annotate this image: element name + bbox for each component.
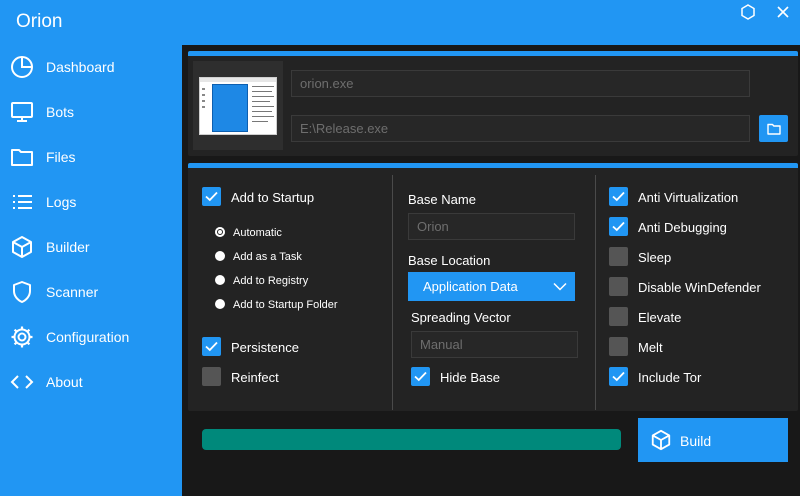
sidebar: Dashboard Bots Files Logs Builder Scanne… xyxy=(0,45,182,496)
icon-preview[interactable] xyxy=(193,61,283,150)
anti-virtualization-checkbox[interactable] xyxy=(609,187,628,206)
base-location-label: Base Location xyxy=(408,253,491,268)
output-path-input[interactable]: E:\Release.exe xyxy=(291,115,750,142)
hide-base-checkbox[interactable] xyxy=(411,367,430,386)
elevate-checkbox[interactable] xyxy=(609,307,628,326)
list-icon xyxy=(13,195,32,209)
base-location-value: Application Data xyxy=(423,279,518,294)
radio-automatic[interactable] xyxy=(215,227,225,237)
build-button-label: Build xyxy=(680,433,712,449)
sidebar-item-builder[interactable]: Builder xyxy=(0,225,182,267)
sidebar-item-label: About xyxy=(46,374,83,390)
melt-label: Melt xyxy=(638,340,663,355)
sidebar-item-bots[interactable]: Bots xyxy=(0,90,182,132)
sidebar-item-dashboard[interactable]: Dashboard xyxy=(0,45,182,87)
anti-virtualization-label: Anti Virtualization xyxy=(638,190,739,205)
persistence-label: Persistence xyxy=(231,340,299,355)
sidebar-item-scanner[interactable]: Scanner xyxy=(0,270,182,312)
include-tor-label: Include Tor xyxy=(638,370,702,385)
settings-hex-icon[interactable] xyxy=(738,2,758,22)
close-icon[interactable] xyxy=(773,2,793,22)
cube-icon xyxy=(651,429,671,451)
sidebar-item-label: Configuration xyxy=(46,329,130,345)
sidebar-item-about[interactable]: About xyxy=(0,360,182,402)
anti-debugging-label: Anti Debugging xyxy=(638,220,727,235)
melt-checkbox[interactable] xyxy=(609,337,628,356)
base-name-input[interactable]: Orion xyxy=(408,213,575,240)
radio-add-as-task-label: Add as a Task xyxy=(233,251,302,263)
build-progress-bar xyxy=(202,429,621,450)
cube-icon xyxy=(12,236,32,258)
sidebar-item-logs[interactable]: Logs xyxy=(0,180,182,222)
sidebar-item-label: Builder xyxy=(46,239,90,255)
sleep-label: Sleep xyxy=(638,250,672,265)
chevron-down-icon xyxy=(553,282,567,291)
folder-icon xyxy=(11,149,33,166)
radio-add-to-startup-folder-label: Add to Startup Folder xyxy=(233,299,338,311)
radio-add-to-registry-label: Add to Registry xyxy=(233,275,309,287)
preview-window-thumbnail xyxy=(199,77,277,135)
add-to-startup-label: Add to Startup xyxy=(231,190,315,205)
folder-icon xyxy=(766,123,781,135)
sidebar-item-label: Files xyxy=(46,149,76,165)
build-button[interactable]: Build xyxy=(638,418,788,462)
anti-debugging-checkbox[interactable] xyxy=(609,217,628,236)
sleep-checkbox[interactable] xyxy=(609,247,628,266)
title-bar: Orion xyxy=(0,0,800,45)
sidebar-item-label: Scanner xyxy=(46,284,99,300)
shield-icon xyxy=(13,281,31,303)
gear-icon xyxy=(11,326,33,348)
pie-chart-icon xyxy=(11,56,33,78)
spreading-vector-label: Spreading Vector xyxy=(411,310,511,325)
add-to-startup-checkbox[interactable] xyxy=(202,187,221,206)
sidebar-item-label: Logs xyxy=(46,194,77,210)
sidebar-item-label: Dashboard xyxy=(46,59,115,75)
browse-folder-button[interactable] xyxy=(759,115,788,142)
monitor-icon xyxy=(11,102,33,122)
disable-windefender-label: Disable WinDefender xyxy=(638,280,761,295)
base-location-select[interactable]: Application Data xyxy=(408,272,575,301)
column-divider xyxy=(595,175,596,410)
output-name-input[interactable]: orion.exe xyxy=(291,70,750,97)
sidebar-item-files[interactable]: Files xyxy=(0,135,182,177)
hide-base-label: Hide Base xyxy=(440,370,500,385)
radio-add-to-registry[interactable] xyxy=(215,275,225,285)
sidebar-item-label: Bots xyxy=(46,104,75,120)
include-tor-checkbox[interactable] xyxy=(609,367,628,386)
spreading-vector-input[interactable]: Manual xyxy=(411,331,578,358)
radio-automatic-label: Automatic xyxy=(233,227,282,239)
sidebar-item-configuration[interactable]: Configuration xyxy=(0,315,182,357)
persistence-checkbox[interactable] xyxy=(202,337,221,356)
radio-add-to-startup-folder[interactable] xyxy=(215,299,225,309)
elevate-label: Elevate xyxy=(638,310,682,325)
reinfect-label: Reinfect xyxy=(231,370,279,385)
reinfect-checkbox[interactable] xyxy=(202,367,221,386)
radio-add-as-task[interactable] xyxy=(215,251,225,261)
column-divider xyxy=(392,175,393,410)
disable-windefender-checkbox[interactable] xyxy=(609,277,628,296)
base-name-label: Base Name xyxy=(408,192,476,207)
app-title: Orion xyxy=(16,11,63,32)
code-icon xyxy=(10,375,34,389)
